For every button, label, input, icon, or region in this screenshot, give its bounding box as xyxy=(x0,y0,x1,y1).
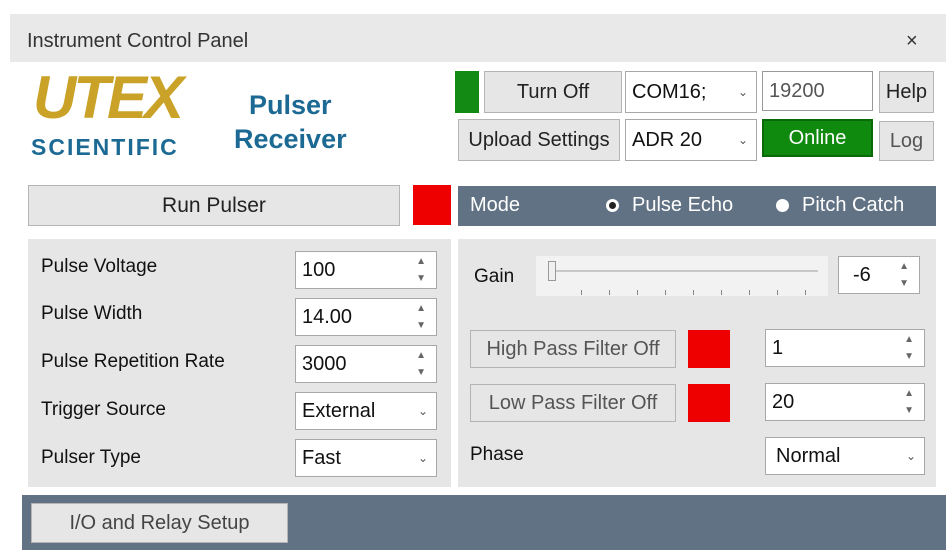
gain-label: Gain xyxy=(474,266,515,287)
slider-tick xyxy=(777,290,778,295)
slider-tick xyxy=(693,290,694,295)
com-port-select[interactable]: COM16; ⌄ xyxy=(625,71,757,113)
slider-tick xyxy=(581,290,582,295)
trigger-source-value: External xyxy=(302,399,376,422)
phase-label: Phase xyxy=(470,444,524,465)
turn-off-button[interactable]: Turn Off xyxy=(484,71,622,113)
pulse-voltage-stepper[interactable]: 100 ▲ ▼ xyxy=(295,251,437,289)
utex-logo: UTEX xyxy=(33,64,184,131)
spinner-icon[interactable]: ▲ ▼ xyxy=(904,388,914,416)
spinner-icon[interactable]: ▲ ▼ xyxy=(416,350,426,378)
pulse-width-stepper[interactable]: 14.00 ▲ ▼ xyxy=(295,298,437,336)
gain-slider-track xyxy=(548,270,818,272)
gain-slider-thumb[interactable] xyxy=(548,261,556,281)
gain-slider[interactable] xyxy=(536,256,828,296)
pulse-echo-label[interactable]: Pulse Echo xyxy=(632,194,733,217)
utex-logo-subtext: SCIENTIFIC xyxy=(31,134,179,160)
spinner-icon[interactable]: ▲ ▼ xyxy=(416,256,426,284)
product-title-line1: Pulser xyxy=(249,90,332,120)
com-port-value: COM16; xyxy=(632,80,707,103)
product-title-line2: Receiver xyxy=(234,124,347,154)
window-title: Instrument Control Panel xyxy=(27,30,249,52)
slider-tick xyxy=(665,290,666,295)
chevron-down-icon: ⌄ xyxy=(737,85,748,99)
pitch-catch-radio[interactable] xyxy=(776,199,789,212)
pulse-voltage-label: Pulse Voltage xyxy=(41,256,158,277)
gain-value: -6 xyxy=(853,263,871,286)
connection-status-badge: Online xyxy=(762,119,873,157)
run-pulser-button[interactable]: Run Pulser xyxy=(28,185,400,226)
low-pass-value: 20 xyxy=(772,390,795,413)
slider-tick xyxy=(805,290,806,295)
mode-label: Mode xyxy=(470,194,521,216)
close-icon[interactable]: × xyxy=(906,30,918,53)
high-pass-value: 1 xyxy=(772,336,784,359)
slider-tick xyxy=(637,290,638,295)
phase-select[interactable]: Normal ⌄ xyxy=(765,437,925,475)
baud-rate-field[interactable]: 19200 xyxy=(762,71,873,111)
slider-tick xyxy=(721,290,722,295)
slider-tick xyxy=(749,290,750,295)
high-pass-indicator xyxy=(688,330,730,368)
log-button[interactable]: Log xyxy=(879,121,934,161)
trigger-source-label: Trigger Source xyxy=(41,399,166,420)
help-button[interactable]: Help xyxy=(879,71,934,113)
chevron-down-icon: ⌄ xyxy=(905,449,916,463)
mode-bar: Mode Pulse Echo Pitch Catch xyxy=(458,186,936,226)
low-pass-indicator xyxy=(688,384,730,422)
chevron-down-icon: ⌄ xyxy=(417,404,428,418)
pulse-echo-radio[interactable] xyxy=(606,199,619,212)
spinner-icon[interactable]: ▲ ▼ xyxy=(416,303,426,331)
spinner-icon[interactable]: ▲ ▼ xyxy=(904,334,914,362)
spinner-icon[interactable]: ▲ ▼ xyxy=(899,261,909,289)
pulse-rate-label: Pulse Repetition Rate xyxy=(41,351,225,372)
pulse-voltage-value: 100 xyxy=(302,258,336,281)
gain-stepper[interactable]: -6 ▲ ▼ xyxy=(838,256,920,294)
pulser-type-label: Pulser Type xyxy=(41,447,141,468)
pitch-catch-label[interactable]: Pitch Catch xyxy=(802,194,904,217)
phase-value: Normal xyxy=(776,444,841,467)
pulser-type-select[interactable]: Fast ⌄ xyxy=(295,439,437,477)
chevron-down-icon: ⌄ xyxy=(737,133,748,147)
io-relay-setup-button[interactable]: I/O and Relay Setup xyxy=(31,503,288,543)
low-pass-filter-button[interactable]: Low Pass Filter Off xyxy=(470,384,676,422)
high-pass-stepper[interactable]: 1 ▲ ▼ xyxy=(765,329,925,367)
pulse-rate-stepper[interactable]: 3000 ▲ ▼ xyxy=(295,345,437,383)
slider-tick xyxy=(609,290,610,295)
power-status-indicator xyxy=(455,71,479,113)
high-pass-filter-button[interactable]: High Pass Filter Off xyxy=(470,330,676,368)
pulse-rate-value: 3000 xyxy=(302,352,347,375)
address-select[interactable]: ADR 20 ⌄ xyxy=(625,119,757,161)
trigger-source-select[interactable]: External ⌄ xyxy=(295,392,437,430)
pulser-type-value: Fast xyxy=(302,446,341,469)
pulse-width-value: 14.00 xyxy=(302,305,353,328)
run-indicator xyxy=(413,185,451,225)
pulse-width-label: Pulse Width xyxy=(41,303,143,324)
low-pass-stepper[interactable]: 20 ▲ ▼ xyxy=(765,383,925,421)
address-value: ADR 20 xyxy=(632,128,703,151)
chevron-down-icon: ⌄ xyxy=(417,451,428,465)
upload-settings-button[interactable]: Upload Settings xyxy=(458,119,620,161)
